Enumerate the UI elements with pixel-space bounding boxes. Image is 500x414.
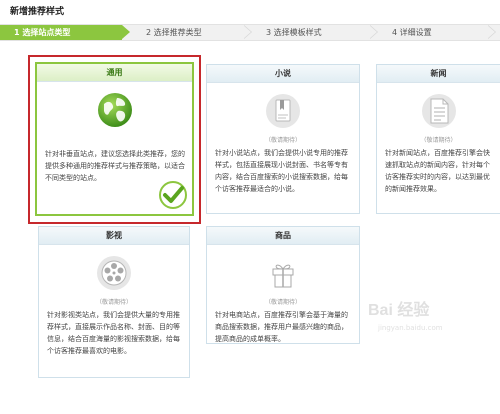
step-separator-chevron-icon xyxy=(243,25,252,40)
card-description: 针对新闻站点，百度推荐引擎会快速抓取站点的新闻内容，针对每个访客推荐实时的内容，… xyxy=(385,149,490,193)
watermark-logo: Bai 经验 xyxy=(368,302,430,319)
book-icon xyxy=(263,91,303,131)
step-separator-chevron-icon xyxy=(487,25,496,40)
site-type-card-video[interactable]: 影视 （敬请期待） 针对影视类站点，我们会提供大量的专用推荐样式，直接展示作品名… xyxy=(38,226,190,378)
checkmark-icon xyxy=(158,180,188,210)
card-description: 针对影视类站点，我们会提供大量的专用推荐样式，直接展示作品名称、封面、目的等信息… xyxy=(47,311,180,355)
step-progress-bar: 1 选择站点类型 2 选择推荐类型 3 选择模板样式 4 详细设置 xyxy=(0,24,500,41)
coming-soon-label: （敬请期待） xyxy=(264,299,301,306)
page-title: 新增推荐样式 xyxy=(10,7,65,17)
card-description: 针对非垂直站点，建议您选择此类推荐，您的提供多种通用的推荐样式与推荐策略，以适合… xyxy=(45,150,185,182)
card-title: 小说 xyxy=(207,65,359,83)
card-description: 针对电商站点，百度推荐引擎会基于海量的商品搜索数据，推荐用户最感兴趣的商品，提高… xyxy=(215,311,348,343)
card-title: 通用 xyxy=(37,64,192,82)
film-reel-icon xyxy=(94,253,134,293)
card-title: 影视 xyxy=(39,227,189,245)
globe-icon xyxy=(95,90,135,130)
document-icon xyxy=(419,91,459,131)
step-select-template-style[interactable]: 3 选择模板样式 xyxy=(252,25,368,40)
watermark-url: jingyan.baidu.com xyxy=(378,324,443,332)
site-type-card-general[interactable]: 通用 针对非垂直站点，建议您选择此类推荐，您的提供多种通用的推荐样式与推荐策略，… xyxy=(35,62,194,216)
site-type-card-novel[interactable]: 小说 （敬请期待） 针对小说站点，我们会提供小说专用的推荐样式，包括直接展现小说… xyxy=(206,64,360,214)
coming-soon-label: （敬请期待） xyxy=(264,137,301,144)
card-title: 商品 xyxy=(207,227,359,245)
step-select-site-type[interactable]: 1 选择站点类型 xyxy=(0,25,130,40)
site-type-card-news[interactable]: 新闻 （敬请期待） 针对新闻站点，百度推荐引擎会快速抓取站点的新闻内容，针对每个… xyxy=(376,64,500,214)
coming-soon-label: （敬请期待） xyxy=(95,299,132,306)
step-separator-chevron-icon xyxy=(369,25,378,40)
card-description: 针对小说站点，我们会提供小说专用的推荐样式，包括直接展现小说封面、书名等专有内容… xyxy=(215,149,348,193)
card-title: 新闻 xyxy=(377,65,500,83)
gift-icon xyxy=(263,253,303,293)
step-detail-settings[interactable]: 4 详细设置 xyxy=(378,25,488,40)
baidu-jingyan-watermark: Bai 经验 jingyan.baidu.com xyxy=(368,296,486,346)
step-select-recommend-type[interactable]: 2 选择推荐类型 xyxy=(132,25,242,40)
coming-soon-label: （敬请期待） xyxy=(420,137,457,144)
site-type-card-goods[interactable]: 商品 （敬请期待） 针对电商站点，百度推荐引擎会基于海量的商品搜索数据，推荐用户… xyxy=(206,226,360,344)
